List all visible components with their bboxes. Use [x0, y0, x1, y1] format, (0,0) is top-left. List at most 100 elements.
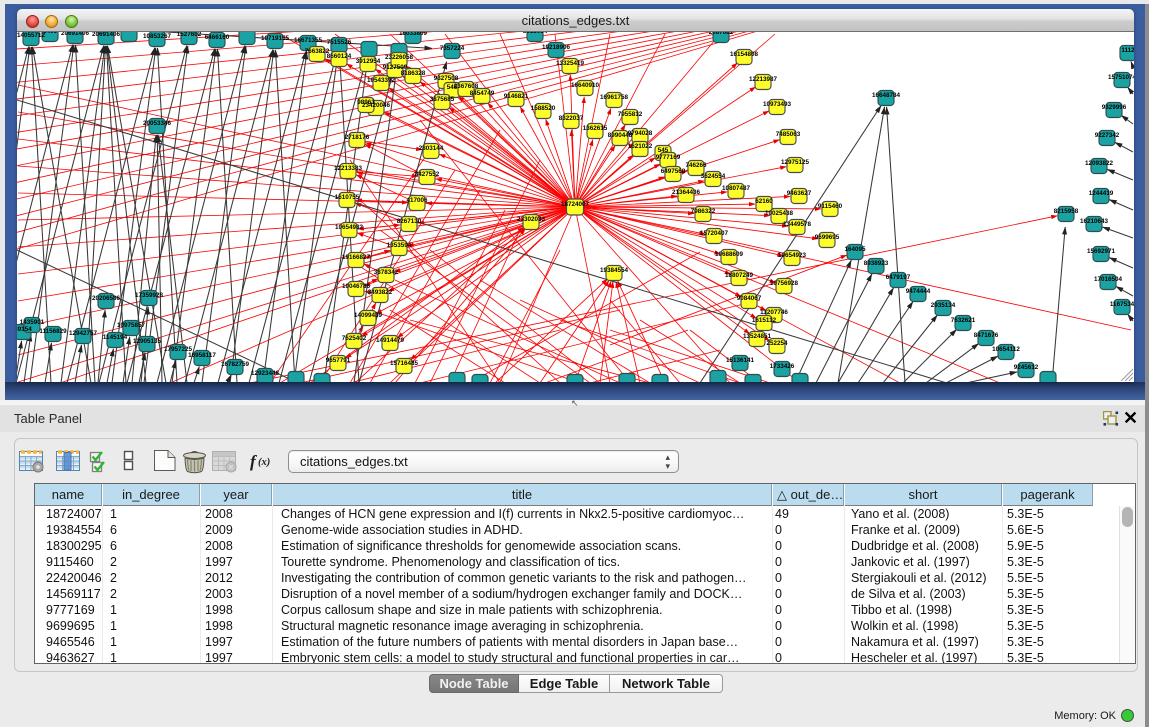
svg-text:7357224: 7357224	[440, 45, 465, 52]
svg-text:7515526: 7515526	[327, 39, 352, 46]
svg-text:417006: 417006	[406, 197, 428, 204]
svg-text:10543392: 10543392	[367, 77, 396, 84]
svg-text:1733426: 1733426	[770, 363, 795, 370]
svg-text:7625402: 7625402	[342, 335, 367, 342]
svg-text:12213987: 12213987	[749, 76, 778, 83]
svg-text:12905135: 12905135	[133, 338, 162, 345]
svg-text:11156829: 11156829	[39, 328, 67, 335]
svg-text:7986322: 7986322	[691, 208, 716, 215]
svg-text:19166827: 19166827	[342, 254, 371, 261]
svg-text:10654982: 10654982	[335, 224, 364, 231]
svg-text:545: 545	[658, 147, 669, 154]
svg-text:2367608: 2367608	[454, 83, 479, 90]
svg-text:15716485: 15716485	[390, 360, 419, 367]
svg-text:8322037: 8322037	[559, 115, 584, 122]
svg-text:1621022: 1621022	[628, 143, 653, 150]
svg-text:17359928: 17359928	[135, 292, 164, 299]
svg-text:15720407: 15720407	[700, 230, 729, 237]
svg-text:98961: 98961	[357, 99, 375, 106]
svg-text:6479197: 6479197	[886, 274, 911, 281]
svg-text:9245612: 9245612	[1014, 364, 1039, 371]
svg-text:164095: 164095	[844, 246, 866, 253]
svg-text:7632621: 7632621	[951, 317, 976, 324]
svg-text:10807487: 10807487	[722, 185, 751, 192]
svg-text:9084067: 9084067	[737, 295, 762, 302]
svg-text:19218906: 19218906	[542, 44, 571, 51]
svg-text:2803144: 2803144	[419, 145, 444, 152]
svg-text:1527602: 1527602	[177, 32, 202, 38]
svg-text:2087682: 2087682	[709, 32, 734, 36]
svg-text:6497568: 6497568	[661, 168, 686, 175]
svg-text:3624554: 3624554	[701, 173, 726, 180]
svg-text:8471676: 8471676	[974, 332, 999, 339]
svg-text:20206586: 20206586	[92, 295, 121, 302]
svg-text:1362615: 1362615	[583, 125, 608, 132]
svg-text:7485063: 7485063	[776, 131, 801, 138]
svg-text:9146821: 9146821	[504, 93, 529, 100]
svg-text:10025438: 10025438	[765, 210, 794, 217]
svg-text:12093822: 12093822	[1085, 160, 1114, 167]
svg-text:3878342: 3878342	[374, 269, 399, 276]
svg-text:1615112: 1615112	[752, 317, 777, 324]
svg-text:7955812: 7955812	[618, 111, 643, 118]
svg-text:16958117: 16958117	[188, 352, 216, 359]
svg-text:9115460: 9115460	[818, 203, 843, 210]
svg-text:8813054: 8813054	[523, 32, 548, 35]
svg-text:10756928: 10756928	[770, 280, 799, 287]
svg-text:14055712: 14055712	[17, 32, 45, 39]
svg-text:12942757: 12942757	[69, 330, 98, 337]
svg-text:10853267: 10853267	[143, 33, 172, 40]
svg-text:20691406: 20691406	[61, 32, 90, 37]
svg-text:20691406: 20691406	[92, 32, 121, 38]
svg-text:1435901: 1435901	[20, 319, 45, 326]
svg-text:8938923: 8938923	[864, 260, 889, 267]
svg-text:18724007: 18724007	[561, 201, 590, 208]
svg-text:23226058: 23226058	[385, 54, 414, 61]
svg-text:13325419: 13325419	[556, 60, 585, 67]
svg-text:16033809: 16033809	[399, 32, 428, 37]
svg-text:16210643: 16210643	[1080, 218, 1109, 225]
svg-text:10973493: 10973493	[763, 101, 792, 108]
svg-text:746266: 746266	[685, 162, 707, 169]
svg-text:9329996: 9329996	[1102, 104, 1127, 111]
svg-text:19654923: 19654923	[778, 252, 807, 259]
svg-text:19384554: 19384554	[600, 267, 629, 274]
svg-text:1405: 1405	[43, 32, 58, 35]
svg-text:6466160: 6466160	[205, 34, 230, 41]
svg-text:16648784: 16648784	[872, 92, 901, 99]
svg-text:10688609: 10688609	[715, 251, 744, 258]
svg-text:9657791: 9657791	[326, 357, 351, 364]
svg-text:15136141: 15136141	[726, 357, 755, 364]
svg-text:9794028: 9794028	[628, 130, 653, 137]
svg-text:12975125: 12975125	[781, 159, 810, 166]
svg-text:3912954: 3912954	[356, 58, 381, 65]
svg-text:16154808: 16154808	[730, 51, 759, 58]
svg-text:1588520: 1588520	[531, 105, 556, 112]
svg-text:1610755: 1610755	[335, 194, 360, 201]
svg-text:11207746: 11207746	[760, 309, 788, 316]
svg-text:12213383: 12213383	[334, 165, 363, 172]
svg-text:(x): (x)	[258, 457, 270, 468]
svg-text:252254: 252254	[766, 340, 788, 347]
svg-text:62160: 62160	[755, 198, 773, 205]
svg-text:8660124: 8660124	[327, 53, 352, 60]
svg-text:17016504: 17016504	[1094, 276, 1123, 283]
svg-text:2935134: 2935134	[931, 302, 956, 309]
svg-text:3493822: 3493822	[368, 289, 393, 296]
svg-text:10719155: 10719155	[261, 35, 290, 42]
svg-text:9463627: 9463627	[787, 190, 812, 197]
svg-text:3875685: 3875685	[430, 96, 455, 103]
svg-text:9699695: 9699695	[815, 234, 840, 241]
svg-text:1353594: 1353594	[387, 242, 412, 249]
svg-text:10975857: 10975857	[117, 322, 146, 329]
svg-text:15751074: 15751074	[1108, 74, 1134, 81]
svg-text:12923448: 12923448	[251, 370, 280, 377]
svg-text:10654112: 10654112	[992, 346, 1020, 353]
svg-text:9474444: 9474444	[906, 288, 931, 295]
svg-text:1145194: 1145194	[103, 334, 128, 341]
svg-text:14099489: 14099489	[354, 312, 383, 319]
svg-text:16640910: 16640910	[571, 82, 600, 89]
svg-text:13449578: 13449578	[783, 221, 812, 228]
svg-text:1112: 1112	[1121, 47, 1134, 54]
svg-text:16671355: 16671355	[294, 37, 323, 44]
